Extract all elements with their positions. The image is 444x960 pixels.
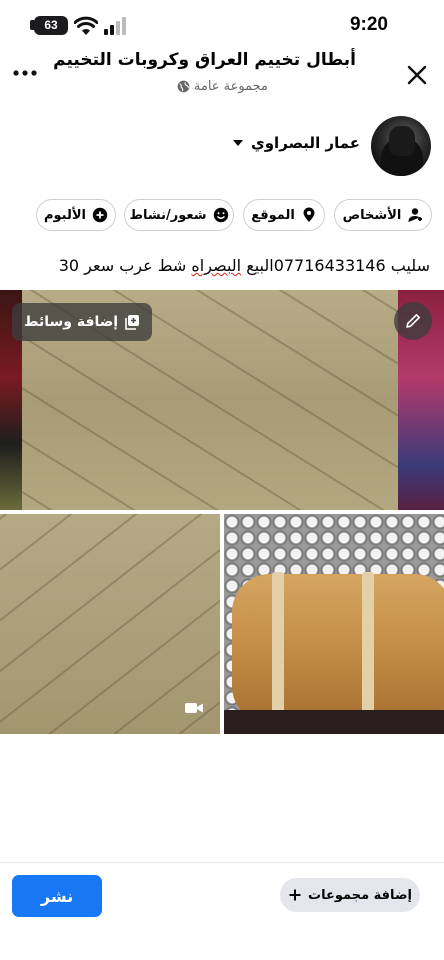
pencil-icon bbox=[406, 314, 420, 328]
smiley-icon bbox=[213, 207, 228, 223]
close-icon[interactable] bbox=[404, 62, 430, 88]
post-text-input[interactable]: سليب 07716433146البيع البصراه شط عرب سعر… bbox=[59, 256, 430, 275]
author-selector[interactable]: عمار البصراوي bbox=[232, 134, 360, 152]
privacy-text: مجموعة عامة bbox=[193, 79, 268, 94]
cellular-signal-icon bbox=[104, 17, 126, 35]
post-options-row: الأشخاص الموقع شعور/نشاط الألبوم bbox=[0, 199, 444, 233]
photo-sleeping-bag-3[interactable] bbox=[224, 514, 444, 734]
post-button-label: نشر bbox=[40, 886, 74, 906]
wifi-icon bbox=[74, 16, 98, 35]
floor bbox=[224, 710, 444, 734]
chip-label: شعور/نشاط bbox=[129, 207, 207, 223]
video-camera-icon bbox=[185, 703, 203, 713]
add-groups-label: إضافة مجموعات bbox=[308, 887, 412, 903]
chip-label: الألبوم bbox=[44, 207, 87, 223]
add-media-button[interactable]: إضافة وسائط bbox=[12, 303, 153, 341]
chip-label: الموقع bbox=[251, 207, 295, 223]
add-media-icon bbox=[125, 315, 140, 330]
author-name: عمار البصراوي bbox=[250, 134, 360, 152]
privacy-label: مجموعة عامة bbox=[177, 79, 268, 94]
rolled-bag bbox=[232, 574, 444, 724]
tag-people-icon bbox=[408, 208, 423, 222]
post-button[interactable]: نشر bbox=[12, 875, 102, 917]
avatar[interactable] bbox=[371, 116, 431, 176]
tag-people-chip[interactable]: الأشخاص bbox=[334, 199, 432, 231]
battery-icon: 63 bbox=[34, 16, 68, 35]
caret-down-icon bbox=[232, 140, 243, 146]
more-icon[interactable] bbox=[12, 64, 38, 86]
location-pin-icon bbox=[303, 207, 315, 222]
status-time: 9:20 bbox=[349, 14, 388, 35]
plus-circle-icon bbox=[92, 207, 108, 223]
group-title: أبطال تخييم العراق وكروبات التخييم bbox=[53, 50, 356, 70]
bag-strap bbox=[272, 572, 284, 728]
bottom-divider bbox=[0, 862, 444, 863]
location-chip[interactable]: الموقع bbox=[243, 199, 325, 231]
edit-media-button[interactable] bbox=[394, 302, 432, 340]
composer-header: أبطال تخييم العراق وكروبات التخييم مجموع… bbox=[0, 44, 444, 104]
post-text-part: سليب 07716433146البيع bbox=[241, 256, 430, 275]
bag-strap bbox=[362, 572, 374, 728]
post-text-misspelled: البصراه bbox=[191, 256, 242, 275]
album-chip[interactable]: الألبوم bbox=[36, 199, 116, 231]
battery-tip bbox=[30, 20, 34, 30]
chip-label: الأشخاص bbox=[342, 207, 402, 223]
add-media-label: إضافة وسائط bbox=[24, 314, 119, 330]
post-text-part: شط عرب سعر 30 bbox=[58, 256, 192, 275]
add-groups-button[interactable]: إضافة مجموعات bbox=[280, 878, 420, 912]
globe-icon bbox=[177, 80, 190, 93]
feeling-activity-chip[interactable]: شعور/نشاط bbox=[124, 199, 234, 231]
plus-icon bbox=[289, 889, 301, 901]
